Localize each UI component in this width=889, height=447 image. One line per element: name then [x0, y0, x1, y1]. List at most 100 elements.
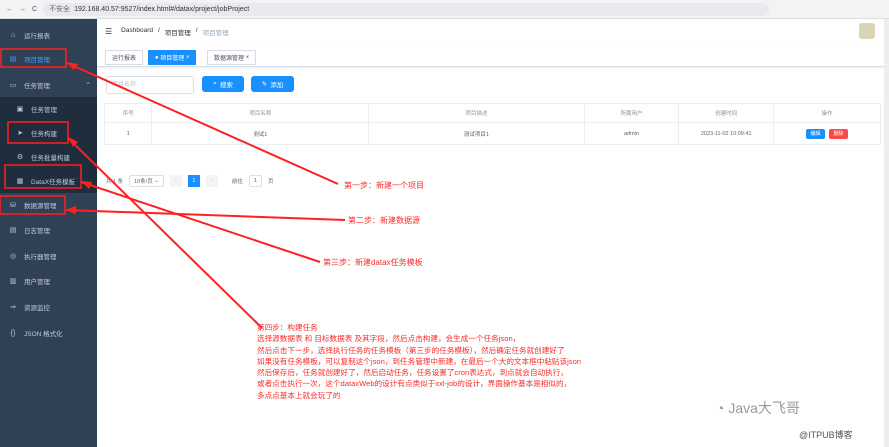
cell-actions: 编辑 删除 [773, 122, 881, 145]
batch-icon: ⚙ [16, 154, 24, 161]
sidebar-item-executor[interactable]: ◎ 执行器管理 [0, 246, 97, 266]
sidebar-item-user[interactable]: ▥ 用户管理 [0, 271, 97, 291]
step4-line: 如果没有任务模板，可以复制这个json，到任务管理中新建，在最后一个大的文本框中… [257, 356, 582, 366]
sidebar-item-task-build[interactable]: ➤ 任务构建 [0, 121, 97, 145]
sidebar-item-task-mgmt[interactable]: ▭ 任务管理 ⌃ [0, 75, 97, 95]
label: 项目管理 [160, 56, 185, 62]
breadcrumb: ☰ Dashboard / 项目管理 / 项目管理 [105, 27, 229, 37]
project-name-input[interactable]: 项目名称 [106, 76, 194, 94]
insecure-label: 不安全 [49, 6, 71, 13]
scrollbar[interactable] [884, 19, 889, 447]
step4-line: 第四步：构建任务 [257, 323, 318, 332]
next-button[interactable]: › [205, 175, 218, 187]
template-icon: ▦ [16, 178, 24, 185]
unit-label: 页 [268, 179, 274, 185]
label: 添加 [270, 82, 284, 89]
sidebar-item-batch-build[interactable]: ⚙ 任务批量构建 [0, 145, 97, 169]
user-icon: ▥ [9, 278, 17, 285]
label: 项目管理 [24, 57, 50, 64]
wechat-icon: ◔ [716, 400, 729, 416]
sidebar-item-datasource[interactable]: ⛁ 数据源管理 [0, 195, 97, 215]
total: 共 1 条 [106, 179, 124, 185]
braces-icon: {} [10, 329, 16, 337]
goto-input[interactable]: 1 [248, 175, 262, 187]
th: 创建时间 [678, 103, 775, 123]
sidebar-item-task-list[interactable]: ▣ 任务管理 [0, 97, 97, 121]
th: 项目名称 [151, 103, 370, 123]
label: 10条/页 [134, 179, 153, 185]
tag-datasource[interactable]: 数据源管理 × [207, 50, 257, 65]
edit-button[interactable]: 编辑 [806, 128, 826, 139]
send-icon: ➤ [17, 130, 23, 137]
reload-icon[interactable]: C [32, 6, 37, 13]
log-icon: ▤ [9, 227, 17, 234]
annotation-step3: 第三步：新建datax任务模板 [323, 258, 423, 267]
search-icon: ⌕ [213, 80, 217, 87]
label: 用户管理 [24, 279, 50, 286]
avatar[interactable] [859, 23, 875, 39]
hamburger-icon[interactable]: ☰ [105, 27, 112, 37]
sidebar-item-datax-template[interactable]: ▦ DataX任务模板 [0, 169, 97, 193]
annotation-step1: 第一步：新建一个项目 [344, 181, 424, 190]
label: 日志管理 [24, 228, 50, 235]
sidebar-item-log[interactable]: ▤ 日志管理 [0, 220, 97, 240]
tag-project[interactable]: ● 项目管理 × [148, 50, 197, 65]
label: JSON 格式化 [24, 331, 63, 338]
cell-name: 测试1 [151, 122, 370, 145]
search-button[interactable]: ⌕ 搜索 [202, 76, 244, 92]
breadcrumb-current: 项目管理 [202, 30, 229, 37]
sep: / [195, 27, 198, 34]
executor-icon: ◎ [9, 253, 17, 260]
cell-desc: 测试项目1 [368, 122, 585, 145]
table-header: 序号 项目名称 项目描述 所属用户 创建时间 操作 [103, 103, 881, 123]
label: 任务构建 [31, 131, 57, 138]
monitor-resource-icon: ⇒ [10, 304, 16, 311]
sidebar-item-project[interactable]: ▤ 项目管理 [0, 49, 97, 69]
breadcrumb-project[interactable]: 项目管理 [165, 27, 191, 37]
label: 任务管理 [31, 107, 57, 114]
label: 运行报表 [112, 56, 137, 62]
watermark-itpub: @ITPUB博客 [799, 430, 853, 440]
cell-time: 2023-11-02 10:09:41 [678, 122, 775, 145]
th: 所属用户 [583, 103, 680, 123]
label: 数据源管理 [24, 203, 57, 210]
label: 运行报表 [24, 33, 50, 40]
label: Java大飞哥 [728, 400, 800, 416]
add-button[interactable]: ✎ 添加 [251, 76, 294, 92]
watermark-wechat: ◔ Java大飞哥 [716, 398, 800, 418]
delete-button[interactable]: 删除 [829, 128, 849, 139]
chevron-up-icon: ⌃ [85, 82, 91, 89]
table-row: 1 测试1 测试项目1 admin 2023-11-02 10:09:41 编辑… [103, 122, 881, 145]
database-icon: ⛁ [10, 202, 16, 209]
forward-icon[interactable]: → [19, 6, 26, 13]
label: 任务批量构建 [31, 155, 70, 162]
cell-user: admin [583, 122, 680, 145]
page-1[interactable]: 1 [187, 175, 200, 187]
home-icon: ⌂ [10, 31, 16, 39]
address-bar[interactable]: 不安全 192.168.40.57:9527/index.html#/datax/… [43, 2, 769, 16]
sidebar-item-json[interactable]: {} JSON 格式化 [0, 323, 97, 343]
th: 序号 [103, 103, 153, 123]
label: 任务管理 [24, 83, 50, 90]
step4-line: 选择源数据表 和 目标数据表 及其字段，然后点击构建，会生成一个任务json， [257, 334, 521, 344]
close-icon[interactable]: × [244, 55, 250, 61]
sidebar-item-dashboard[interactable]: ⌂ 运行报表 [0, 25, 97, 45]
close-icon[interactable]: × [184, 55, 190, 61]
annotation-step4: 第四步：构建任务 选择源数据表 和 目标数据表 及其字段，然后点击构建，会生成一… [257, 322, 581, 401]
step4-line: 然后点击下一步，选择执行任务的任务模板（第三步的任务模板），然后确定任务就创建好… [257, 345, 565, 355]
back-icon[interactable]: ← [6, 6, 13, 13]
url-text: 192.168.40.57:9527/index.html#/datax/pro… [74, 5, 250, 13]
label: 执行器管理 [24, 254, 57, 261]
pagination: 共 1 条 10条/页 ⌄ ‹ 1 › 前往 1 页 [106, 175, 274, 187]
th: 操作 [773, 103, 881, 123]
list-icon: ▣ [16, 106, 24, 113]
project-icon: ▤ [9, 56, 17, 63]
tag-dashboard[interactable]: 运行报表 [105, 50, 144, 65]
label: 搜索 [219, 82, 233, 89]
th: 项目描述 [368, 103, 585, 123]
sidebar-item-resource[interactable]: ⇒ 资源监控 [0, 297, 97, 317]
page-size-select[interactable]: 10条/页 ⌄ [129, 175, 164, 187]
prev-button[interactable]: ‹ [169, 175, 182, 187]
label: DataX任务模板 [31, 179, 76, 186]
breadcrumb-dashboard[interactable]: Dashboard [121, 27, 153, 37]
